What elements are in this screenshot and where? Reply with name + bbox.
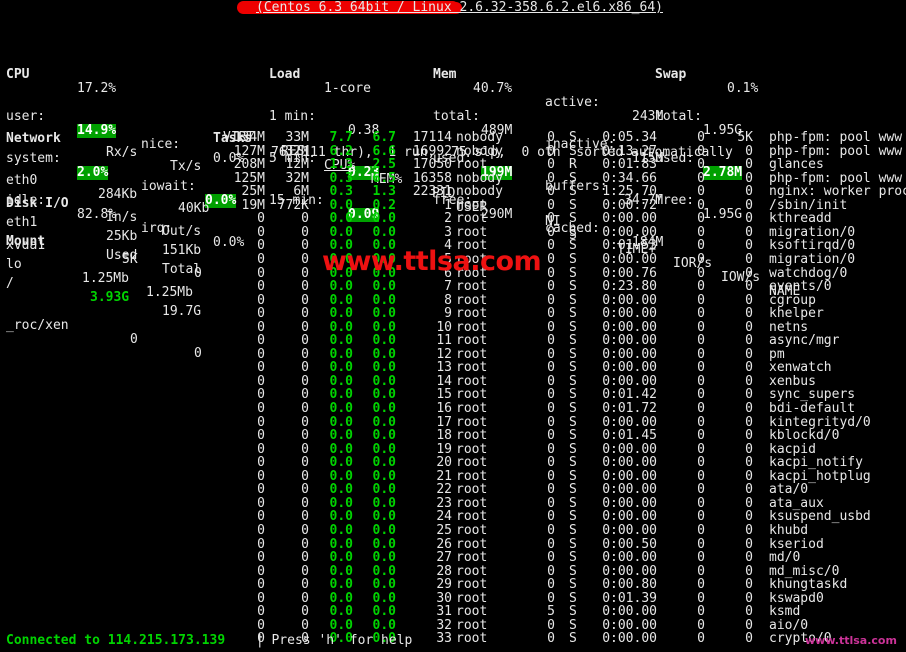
mem-percent-value: 40.7% xyxy=(473,81,513,96)
cpu-user-value: 14.9% xyxy=(77,123,117,138)
table-row[interactable]: 0 0 0.0 0.0 27 root 0 S 0:00.00 0 0 md/0 xyxy=(213,551,906,565)
diskio-out-header: Out/s xyxy=(162,224,202,239)
cell-iow: 0 xyxy=(745,550,753,566)
network-tx-value: 1.25Mb xyxy=(146,285,193,300)
mount-path-label: / xyxy=(6,276,14,291)
cell-name: migration/0 xyxy=(769,251,856,267)
table-row[interactable]: 0 0 0.0 0.0 11 root 0 S 0:00.00 0 0 async/mgr xyxy=(213,334,906,348)
network-rx-value: 25Kb xyxy=(106,229,138,244)
table-row[interactable]: 0 0 0.0 0.0 26 root 0 S 0:00.50 0 0 kseriod xyxy=(213,537,906,552)
cell-iow: 5K xyxy=(737,130,753,145)
swap-percent-value: 0.1% xyxy=(727,81,759,96)
table-row[interactable]: 0 0 0.0 0.0 7 root 0 S 0:23.80 0 0 events/0 xyxy=(213,280,906,294)
cell-name: glances xyxy=(769,157,824,173)
mount-panel: Mount Used Total / 3.93G 19.7G _roc/xen … xyxy=(6,193,202,361)
swap-total-label: total: xyxy=(655,109,702,124)
network-title: Network xyxy=(6,131,61,146)
mount-total-value: 19.7G xyxy=(162,304,202,319)
mount-path-label: _roc/xen xyxy=(6,318,69,333)
cell-name: kblockd/0 xyxy=(769,428,840,444)
network-tx-header: Tx/s xyxy=(170,159,202,174)
cell-iow: 0 xyxy=(745,157,753,173)
table-row[interactable]: 0 0 0.0 0.0 25 root 0 S 0:00.00 0 0 khubd xyxy=(213,522,906,538)
mem-total-label: total: xyxy=(433,109,480,124)
table-row[interactable]: 0 0 0.0 0.0 30 root 0 S 0:01.39 0 0 kswapd0 xyxy=(213,591,906,606)
cell-iow: 0 xyxy=(745,251,753,267)
network-rx-value: 1.25Mb xyxy=(82,271,129,286)
cell-iow: 0 xyxy=(745,428,753,444)
table-row[interactable]: 134M 33M 7.7 6.7 17114 nobody 0 S 0:05.34 0 5K php-… xyxy=(213,131,906,145)
network-rx-value: 284Kb xyxy=(98,187,138,202)
cpu-nice-label: nice: xyxy=(141,137,181,152)
status-bar: Connected to 114.215.173.139 | Press 'h'… xyxy=(0,634,906,652)
terminal-screen: (Centos 6.3 64bit / Linux 2.6.32-358.6.2… xyxy=(0,0,906,652)
mount-used-value: 3.93G xyxy=(90,290,130,305)
cell-name: events/0 xyxy=(769,279,832,295)
table-row[interactable]: 0 0 0.0 0.0 5 root 0 S 0:00.00 0 0 migration/0 xyxy=(213,251,906,267)
network-tx-value: 40Kb xyxy=(178,201,210,216)
cell-iow: 0 xyxy=(745,401,753,416)
cell-name: bdi-default xyxy=(769,401,856,416)
os-version-label: (Centos 6.3 64bit / Linux 2.6.32-358.6.2… xyxy=(256,0,663,15)
mem-title: Mem xyxy=(433,67,457,82)
load-title: Load xyxy=(269,67,301,82)
cpu-iowait-label: iowait: xyxy=(141,179,196,194)
table-row[interactable]: 0 0 0.0 0.0 16 root 0 S 0:01.72 0 0 bdi-default xyxy=(213,402,906,416)
network-rx-header: Rx/s xyxy=(106,145,138,160)
cell-name: khubd xyxy=(769,522,809,538)
connection-status: Connected to 114.215.173.139 xyxy=(6,633,226,648)
mount-title: Mount xyxy=(6,234,46,249)
diskio-in-header: In/s xyxy=(106,210,138,225)
mount-used-header: Used xyxy=(106,248,138,263)
process-table-header: VIRT RES CPU% MEM% PID USER NI S TIME+ I… xyxy=(213,117,800,299)
cell-iow: 0 xyxy=(745,522,753,538)
cell-iow: 0 xyxy=(745,279,753,295)
cpu-title: CPU xyxy=(6,67,30,82)
table-row[interactable]: 208M 12M 1.3 2.5 17050 root 0 R 0:01.83 0 0 glances xyxy=(213,158,906,172)
help-hint[interactable]: | Press 'h' for help xyxy=(248,634,413,648)
cpu-system-value: 2.0% xyxy=(77,165,109,180)
load-1min-label: 1 min: xyxy=(269,109,316,124)
table-row[interactable]: 0 0 0.0 0.0 18 root 0 S 0:01.45 0 0 kblockd/0 xyxy=(213,429,906,443)
swap-title: Swap xyxy=(655,67,687,82)
cell-name: php-fpm: pool www xyxy=(769,130,903,145)
mem-active-label: active: xyxy=(545,95,600,110)
cpu-total-value: 17.2% xyxy=(77,81,117,96)
mount-total-value: 0 xyxy=(194,346,202,361)
network-tx-value: 151Kb xyxy=(162,243,202,258)
cell-name: md/0 xyxy=(769,550,801,566)
mount-total-header: Total xyxy=(162,262,202,277)
mount-used-value: 0 xyxy=(130,332,138,347)
title-bar: (Centos 6.3 64bit / Linux 2.6.32-358.6.2… xyxy=(0,1,906,18)
load-cores-label: 1-core xyxy=(324,81,371,96)
